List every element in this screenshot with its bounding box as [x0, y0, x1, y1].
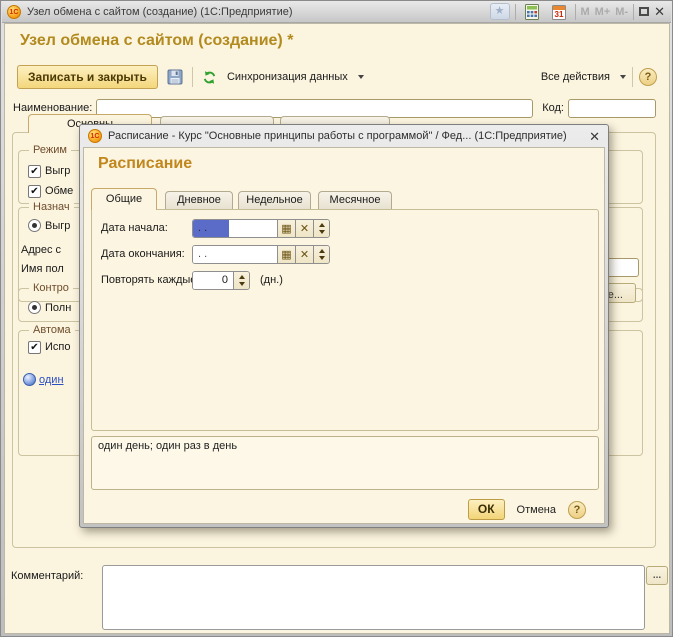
comment-more-button[interactable]: ... [646, 566, 668, 585]
tab-monthly[interactable]: Месячное [318, 191, 392, 210]
sync-menu-button[interactable]: Синхронизация данных [227, 71, 348, 83]
tab-general[interactable]: Общие [91, 188, 157, 210]
dropdown-caret-icon [358, 75, 364, 79]
start-date-input[interactable]: . . [193, 220, 277, 237]
schedule-dialog: 1С Расписание - Курс "Основные принципы … [79, 124, 609, 528]
1c-app-icon: 1С [88, 129, 102, 143]
checkbox-use-schedule[interactable]: ✔ [28, 341, 41, 354]
memory-m-button: M [581, 6, 590, 18]
memory-mminus-button: M- [615, 6, 628, 18]
sync-icon [199, 66, 221, 88]
all-actions-button[interactable]: Все действия [541, 71, 610, 83]
clock-icon [23, 373, 36, 386]
titlebar-separator [575, 4, 576, 20]
schedule-summary: один день; один раз в день [91, 436, 599, 490]
close-icon[interactable]: ✕ [654, 5, 665, 18]
repeat-units-label: (дн.) [260, 274, 283, 286]
tab-daily[interactable]: Дневное [165, 191, 233, 210]
clear-button[interactable]: ✕ [295, 220, 313, 237]
spin-down-icon[interactable] [319, 230, 325, 234]
end-date-field: . . ▦ ✕ [192, 245, 330, 264]
main-window: 1С Узел обмена с сайтом (создание) (1С:П… [0, 0, 673, 637]
dialog-titlebar: 1С Расписание - Курс "Основные принципы … [82, 126, 606, 146]
page-title: Узел обмена с сайтом (создание) * [20, 32, 293, 50]
titlebar-separator [515, 4, 516, 20]
spin-up-icon[interactable] [239, 275, 245, 279]
dialog-heading: Расписание [98, 155, 192, 173]
date-spinner[interactable] [313, 246, 329, 263]
repeat-field: 0 [192, 271, 250, 290]
dialog-body: Расписание Общие Дневное Недельное Месяч… [83, 147, 605, 524]
spin-up-icon[interactable] [319, 249, 325, 253]
date-spinner[interactable] [313, 220, 329, 237]
radio-full[interactable] [28, 301, 41, 314]
name-input[interactable] [96, 99, 533, 118]
spin-down-icon[interactable] [239, 282, 245, 286]
memory-mplus-button: M+ [595, 6, 611, 18]
repeat-input[interactable]: 0 [193, 272, 233, 289]
calendar-icon[interactable]: 31 [548, 1, 570, 23]
dialog-help-button[interactable]: ? [568, 501, 586, 519]
general-tab-panel: Дата начала: . . ▦ ✕ Дата окончания: . .… [91, 209, 599, 431]
maximize-icon[interactable] [639, 7, 649, 16]
schedule-link[interactable]: один [39, 374, 64, 386]
date-selection: . . [193, 220, 229, 237]
dialog-title: Расписание - Курс "Основные принципы раб… [108, 130, 583, 142]
dialog-buttons: ОК Отмена ? [468, 499, 586, 520]
favorites-star-icon[interactable]: ★ [490, 3, 510, 20]
main-window-title: Узел обмена с сайтом (создание) (1С:Пред… [27, 6, 484, 18]
code-label: Код: [542, 102, 564, 114]
main-toolbar: Записать и закрыть Синхр [17, 64, 657, 90]
repeat-spinner[interactable] [233, 272, 249, 289]
clear-button[interactable]: ✕ [295, 246, 313, 263]
checkbox-exchange[interactable]: ✔ [28, 185, 41, 198]
repeat-row: Повторять каждые: 0 (дн.) [101, 270, 283, 290]
svg-text:31: 31 [554, 10, 563, 19]
end-date-row: Дата окончания: . . ▦ ✕ [101, 244, 330, 264]
dialog-close-icon[interactable]: ✕ [589, 130, 600, 143]
end-date-input[interactable]: . . [193, 246, 277, 263]
1c-app-icon: 1С [7, 5, 21, 19]
checkbox-upload[interactable]: ✔ [28, 165, 41, 178]
toolbar-separator [632, 67, 633, 87]
cancel-button[interactable]: Отмена [515, 501, 558, 519]
calendar-picker-button[interactable]: ▦ [277, 220, 295, 237]
name-label: Наименование: [13, 102, 92, 114]
start-date-field: . . ▦ ✕ [192, 219, 330, 238]
spin-up-icon[interactable] [319, 223, 325, 227]
comment-label: Комментарий: [11, 570, 83, 582]
main-titlebar: 1С Узел обмена с сайтом (создание) (1С:П… [2, 1, 671, 23]
save-icon[interactable] [164, 66, 186, 88]
spin-down-icon[interactable] [319, 256, 325, 260]
tab-weekly[interactable]: Недельное [238, 191, 311, 210]
code-input[interactable] [568, 99, 656, 118]
dropdown-caret-icon [620, 75, 626, 79]
radio-upload[interactable] [28, 219, 41, 232]
start-date-row: Дата начала: . . ▦ ✕ [101, 218, 330, 238]
titlebar-separator [633, 4, 634, 20]
calculator-icon[interactable] [521, 1, 543, 23]
help-button[interactable]: ? [639, 68, 657, 86]
save-and-close-button[interactable]: Записать и закрыть [17, 65, 158, 89]
comment-textarea[interactable] [102, 565, 645, 630]
calendar-picker-button[interactable]: ▦ [277, 246, 295, 263]
ok-button[interactable]: ОК [468, 499, 505, 520]
toolbar-separator [192, 67, 193, 87]
